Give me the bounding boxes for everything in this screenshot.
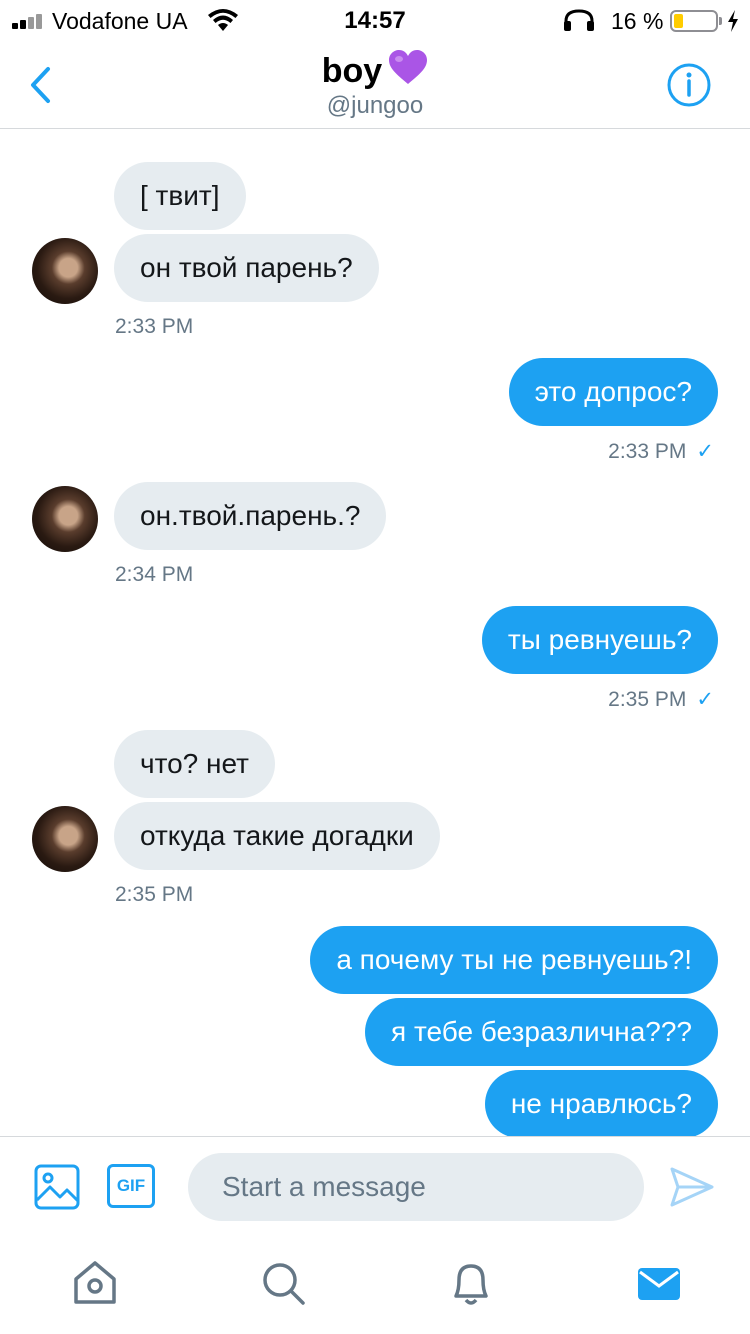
bell-icon[interactable] bbox=[446, 1258, 496, 1308]
read-check-icon: ✓ bbox=[696, 440, 714, 463]
carrier-name: Vodafone UA bbox=[52, 8, 188, 34]
contact-display-name: boy bbox=[321, 52, 383, 90]
received-message-bubble[interactable]: откуда такие догадки bbox=[114, 802, 440, 870]
timestamp-text: 2:33 PM bbox=[608, 440, 687, 463]
search-icon[interactable] bbox=[258, 1258, 308, 1308]
contact-avatar[interactable] bbox=[32, 806, 98, 872]
message-timestamp: 2:33 PM bbox=[115, 315, 194, 338]
contact-avatar[interactable] bbox=[32, 486, 98, 552]
home-icon[interactable] bbox=[70, 1258, 120, 1308]
received-message-bubble[interactable]: [ твит] bbox=[114, 162, 246, 230]
headphones-icon bbox=[564, 9, 594, 31]
message-input[interactable] bbox=[188, 1153, 644, 1221]
received-message-bubble[interactable]: что? нет bbox=[114, 730, 275, 798]
info-icon[interactable] bbox=[666, 62, 712, 108]
image-icon[interactable] bbox=[34, 1164, 80, 1210]
sent-message-bubble[interactable]: не нравлюсь? bbox=[484, 1070, 718, 1136]
message-timestamp: 2:35 PM bbox=[115, 883, 194, 906]
contact-name: boy bbox=[0, 50, 750, 91]
send-icon[interactable] bbox=[668, 1163, 716, 1211]
read-check-icon: ✓ bbox=[696, 688, 714, 711]
message-composer: GIF bbox=[0, 1136, 750, 1236]
timestamp-text: 2:35 PM bbox=[608, 688, 687, 711]
gif-button[interactable]: GIF bbox=[107, 1164, 155, 1208]
battery-level-fill bbox=[674, 14, 683, 28]
signal-bars-icon bbox=[12, 13, 48, 29]
message-timestamp: 2:35 PM ✓ bbox=[608, 687, 714, 712]
message-timestamp: 2:33 PM ✓ bbox=[608, 439, 714, 464]
battery-percent: 16 % bbox=[611, 8, 664, 34]
contact-handle: @jungoo bbox=[326, 92, 424, 119]
contact-avatar[interactable] bbox=[32, 238, 98, 304]
battery-icon bbox=[670, 10, 722, 32]
received-message-bubble[interactable]: он.твой.парень.? bbox=[114, 482, 387, 550]
message-timestamp: 2:34 PM bbox=[115, 563, 194, 586]
mail-icon[interactable] bbox=[634, 1258, 684, 1308]
purple-heart-emoji bbox=[389, 50, 428, 84]
tab-bar bbox=[0, 1236, 750, 1334]
sent-message-bubble[interactable]: ты ревнуешь? bbox=[481, 606, 718, 674]
message-list[interactable]: [ твит] он твой парень? 2:33 PM это допр… bbox=[0, 130, 750, 1136]
wifi-icon bbox=[208, 9, 238, 31]
charging-bolt-icon bbox=[728, 10, 738, 32]
sent-message-bubble[interactable]: я тебе безразлична??? bbox=[365, 998, 718, 1066]
sent-message-bubble[interactable]: это допрос? bbox=[508, 358, 718, 426]
received-message-bubble[interactable]: он твой парень? bbox=[114, 234, 379, 302]
status-bar: Vodafone UA 14:57 16 % bbox=[0, 0, 750, 40]
sent-message-bubble[interactable]: а почему ты не ревнуешь?! bbox=[310, 926, 718, 994]
conversation-header: boy @jungoo bbox=[0, 40, 750, 129]
